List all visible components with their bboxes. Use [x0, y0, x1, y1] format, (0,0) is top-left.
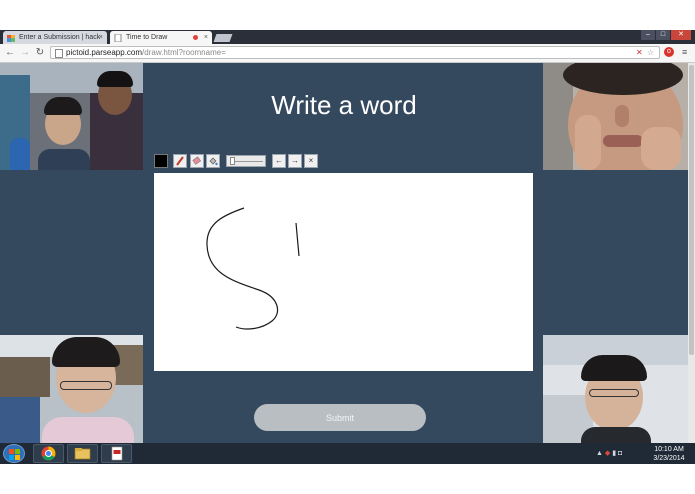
network-icon[interactable]: ◆ [605, 450, 610, 457]
extension-icon[interactable]: o [664, 47, 674, 57]
color-picker[interactable] [154, 154, 168, 168]
tab-close-icon[interactable]: × [99, 31, 103, 44]
hackathon-favicon-icon [7, 34, 15, 42]
volume-icon[interactable]: ◘ [618, 450, 622, 457]
camera-blocked-icon[interactable]: ✕ [636, 48, 643, 58]
tab-time-to-draw[interactable]: Time to Draw × [110, 31, 212, 44]
scrollbar-thumb[interactable] [689, 65, 694, 355]
system-tray: ▲ ◆ ▮ ◘ [596, 449, 622, 459]
undo-button[interactable]: ← [272, 154, 286, 168]
address-bar[interactable]: pictoid.parseapp.com/draw.html?roomname=… [50, 46, 660, 59]
drawing-strokes [206, 207, 300, 330]
page-icon [55, 49, 63, 58]
draw-page: Write a word ← → × Submit [0, 63, 688, 443]
clock-time: 10:10 AM [654, 446, 684, 453]
new-tab-button[interactable] [213, 34, 233, 42]
brush-icon[interactable] [173, 154, 187, 168]
submit-button[interactable]: Submit [254, 404, 426, 431]
eraser-icon[interactable] [190, 154, 204, 168]
windows-taskbar: ▲ ◆ ▮ ◘ 10:10 AM 3/23/2014 [0, 443, 695, 464]
window-controls: – □ ✕ [640, 30, 691, 40]
brush-size-slider[interactable] [226, 155, 266, 167]
clock-date: 3/23/2014 [653, 455, 685, 462]
tab-enter-submission[interactable]: Enter a Submission | hack × [3, 31, 107, 44]
fill-bucket-icon[interactable] [206, 154, 220, 168]
show-hidden-icons-icon[interactable]: ▲ [596, 450, 603, 457]
webcam-video-bottom-left [0, 335, 143, 443]
taskbar-clock[interactable]: 10:10 AM 3/23/2014 [648, 445, 690, 463]
chrome-icon[interactable] [33, 444, 64, 463]
close-window-button[interactable]: ✕ [671, 30, 691, 40]
tab-title: Enter a Submission | hack [19, 34, 101, 41]
pdf-app-icon[interactable] [101, 444, 132, 463]
webcam-video-top-left [0, 63, 143, 170]
webcam-video-bottom-right [543, 335, 688, 443]
drawing-canvas[interactable] [154, 173, 533, 371]
redo-button[interactable]: → [288, 154, 302, 168]
start-button[interactable] [3, 444, 25, 463]
tab-title: Time to Draw [126, 34, 168, 41]
webcam-video-top-right [543, 63, 688, 170]
forward-arrow-icon[interactable]: → [19, 46, 31, 60]
slider-track [233, 161, 263, 162]
screen-border [0, 464, 695, 494]
browser-toolbar: ← → ↻ pictoid.parseapp.com/draw.html?roo… [0, 44, 695, 63]
action-center-icon[interactable]: ▮ [612, 450, 616, 457]
slider-knob[interactable] [230, 157, 235, 165]
page-scrollbar[interactable] [688, 63, 695, 443]
minimize-button[interactable]: – [641, 30, 655, 40]
recording-icon [193, 35, 198, 40]
page-heading: Write a word [271, 90, 417, 120]
maximize-button[interactable]: □ [656, 30, 670, 40]
file-explorer-icon[interactable] [67, 444, 98, 463]
clear-button[interactable]: × [304, 154, 318, 168]
back-arrow-icon[interactable]: ← [4, 46, 16, 60]
reload-icon[interactable]: ↻ [34, 46, 46, 60]
bookmark-star-icon[interactable]: ☆ [647, 48, 654, 58]
menu-icon[interactable]: ≡ [682, 47, 690, 57]
tab-close-icon[interactable]: × [204, 31, 208, 44]
page-favicon-icon [114, 33, 122, 43]
url-text: pictoid.parseapp.com/draw.html?roomname= [66, 48, 226, 57]
